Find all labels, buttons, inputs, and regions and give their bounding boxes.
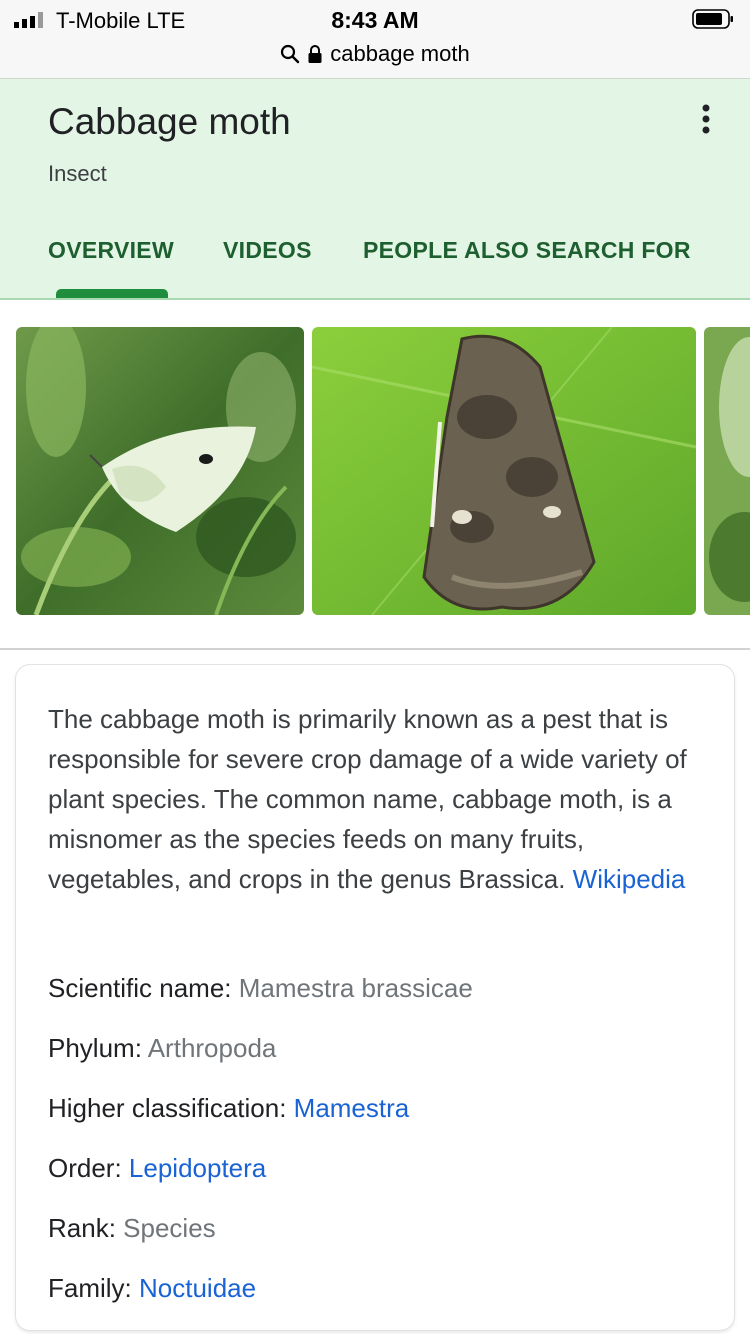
address-bar[interactable]: cabbage moth bbox=[0, 40, 750, 68]
fact-value: Species bbox=[123, 1213, 216, 1243]
fact-rank: Rank: Species bbox=[48, 1213, 216, 1244]
active-tab-indicator bbox=[56, 289, 168, 298]
fact-label: Scientific name: bbox=[48, 973, 239, 1003]
mamestra-link[interactable]: Mamestra bbox=[294, 1093, 410, 1123]
butterfly-image[interactable] bbox=[16, 327, 304, 615]
description-card: The cabbage moth is primarily known as a… bbox=[16, 665, 734, 1330]
wikipedia-link[interactable]: Wikipedia bbox=[573, 864, 686, 894]
tab-videos[interactable]: VIDEOS bbox=[223, 237, 312, 264]
lepidoptera-link[interactable]: Lepidoptera bbox=[129, 1153, 266, 1183]
entity-subtitle: Insect bbox=[48, 161, 107, 186]
fact-label: Family: bbox=[48, 1273, 139, 1303]
url-text: cabbage moth bbox=[330, 41, 470, 66]
fact-value: Arthropoda bbox=[147, 1033, 277, 1063]
fact-value: Mamestra brassicae bbox=[238, 973, 473, 1003]
clock: 8:43 AM bbox=[331, 7, 419, 33]
image-carousel[interactable] bbox=[0, 298, 750, 650]
tab-people-also-search-for[interactable]: PEOPLE ALSO SEARCH FOR bbox=[363, 237, 691, 264]
lock-icon bbox=[308, 45, 322, 63]
noctuidae-link[interactable]: Noctuidae bbox=[139, 1273, 256, 1303]
knowledge-panel-header: Cabbage moth Insect OVERVIEW VIDEOS PEOP… bbox=[0, 79, 750, 300]
fact-label: Order: bbox=[48, 1153, 129, 1183]
fact-scientific-name: Scientific name: Mamestra brassicae bbox=[48, 973, 473, 1004]
fact-higher-classification: Higher classification: Mamestra bbox=[48, 1093, 409, 1124]
search-icon bbox=[281, 44, 300, 64]
partial-image[interactable] bbox=[704, 327, 750, 615]
more-options-icon[interactable] bbox=[692, 103, 720, 135]
tab-overview[interactable]: OVERVIEW bbox=[48, 237, 174, 264]
status-bar: T-Mobile LTE 8:43 AM cabbage moth bbox=[0, 0, 750, 79]
fact-family: Family: Noctuidae bbox=[48, 1273, 256, 1304]
fact-order: Order: Lepidoptera bbox=[48, 1153, 266, 1184]
fact-label: Rank: bbox=[48, 1213, 124, 1243]
fact-label: Phylum: bbox=[48, 1033, 148, 1063]
fact-phylum: Phylum: Arthropoda bbox=[48, 1033, 276, 1064]
entity-title: Cabbage moth bbox=[48, 101, 291, 142]
moth-image[interactable] bbox=[312, 327, 696, 615]
fact-label: Higher classification: bbox=[48, 1093, 294, 1123]
battery-icon bbox=[692, 9, 733, 29]
description: The cabbage moth is primarily known as a… bbox=[48, 699, 708, 899]
